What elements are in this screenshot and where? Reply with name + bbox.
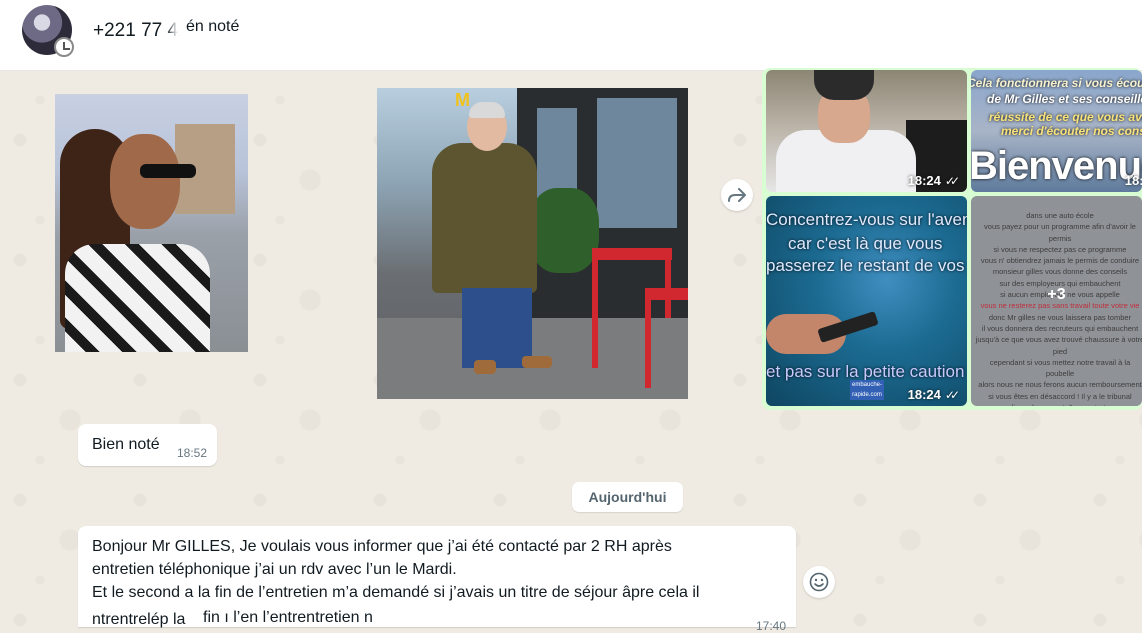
forward-button[interactable] [721, 179, 753, 211]
smiley-icon [809, 572, 829, 592]
message-time: 17:40 [755, 619, 786, 633]
react-button[interactable] [803, 566, 835, 598]
thumb-text: de Mr Gilles et ses conseillers ! [987, 92, 1142, 106]
thumb-text: réussite de ce que vous avez entre [989, 110, 1142, 124]
double-check-icon: ✓✓ [944, 173, 960, 188]
message-line: ntrentrelép la [92, 611, 186, 628]
chat-header[interactable]: +221 77 44 én noté [0, 0, 1142, 71]
document-line: alors nous ne nous ferons aucun rembours… [978, 380, 1142, 390]
photo-shoe [522, 356, 552, 368]
document-line: jusqu'à ce que vous avez trouvé chaussur… [975, 335, 1142, 356]
thumb-timestamp: 18:24 ✓✓ [907, 173, 960, 188]
document-line: il vous donnera des recruteurs qui embau… [981, 323, 1139, 333]
photo-man-coat [432, 143, 537, 293]
status-clock-icon [54, 37, 74, 57]
message-bubble-long[interactable]: Bonjour Mr GILLES, Je voulais vous infor… [78, 526, 796, 633]
contact-name[interactable]: +221 77 44 [93, 20, 189, 42]
message-bubble[interactable]: Bien noté 18:52 [78, 424, 217, 466]
thumb-timestamp: 18:24 [1125, 173, 1142, 188]
photo-chair [645, 288, 688, 300]
document-line: vous payez pour un programme afin d'avoi… [984, 222, 1136, 243]
document-line: dans une auto école [1026, 211, 1094, 220]
document-line: cependant si vous mettez notre travail à… [989, 357, 1131, 379]
document-line: vous expliquer le respect d'un contrat q… [975, 402, 1142, 406]
thumb-site-logo: embauche-rapide.com [850, 380, 884, 400]
header-overlay-text: én noté [186, 18, 240, 35]
photo-chair [592, 258, 598, 368]
thumb-text: passerez le restant de vos jours [766, 256, 967, 275]
photo-person-shirt [65, 244, 210, 352]
photo-chair [645, 298, 651, 388]
photo-plant [529, 188, 599, 273]
photo-sunglasses [140, 164, 196, 178]
thumb-time-text: 18:24 [1124, 173, 1142, 188]
photo-shoe [474, 360, 496, 374]
photo-window [597, 98, 677, 228]
album-more-count[interactable]: +3 [971, 286, 1142, 304]
document-line: donc Mr gilles ne vous laissera pas tomb… [988, 312, 1132, 322]
contact-avatar[interactable] [22, 5, 74, 57]
date-divider: Aujourd'hui [572, 482, 683, 512]
album-thumb-document[interactable]: dans une auto école vous payez pour un pr… [971, 196, 1142, 406]
message-line: entretien téléphonique j’ai un rdv avec … [92, 561, 457, 578]
thumb-text: car c'est là que vous [788, 234, 943, 253]
photo-chair [592, 248, 672, 260]
album-thumb-bienvenue[interactable]: Cela fonctionnera si vous écoutez les co… [971, 70, 1142, 192]
document-line: si vous êtes en désaccord ! Il y a le tr… [988, 391, 1132, 401]
photo-brand-logo: M [455, 90, 470, 110]
photo-person-face [110, 134, 180, 229]
thumb-document-text: dans une auto école vous payez pour un pr… [975, 210, 1142, 406]
double-check-icon: ✓✓ [944, 387, 960, 402]
thumb-time-text: 18:24 [907, 173, 941, 188]
media-album[interactable]: 18:24 ✓✓ Cela fonctionnera si vous écout… [762, 68, 1142, 410]
message-line: Et le second a la fin de l’entretien m’a… [92, 584, 700, 601]
forward-icon [728, 188, 746, 202]
photo-man-legs [462, 288, 532, 368]
photo-woman-street[interactable] [55, 94, 248, 352]
message-time: 18:52 [177, 446, 208, 460]
message-text: Bien noté [92, 436, 160, 453]
thumb-text: Concentrez-vous sur l'avenir [766, 210, 967, 229]
thumb-timestamp: 18:24 ✓✓ [907, 387, 960, 402]
photo-man-hair [469, 102, 505, 118]
photo-man-cafe[interactable]: M [377, 88, 688, 399]
album-thumb-underwater[interactable]: Concentrez-vous sur l'avenir car c'est l… [766, 196, 967, 406]
document-line: vous n' obtiendrez jamais le permis de c… [980, 256, 1140, 266]
message-line: Bonjour Mr GILLES, Je voulais vous infor… [92, 538, 672, 555]
thumb-text: merci d'écouter nos conseils [1001, 124, 1142, 138]
thumb-title: Bienvenue [971, 144, 1142, 188]
thumb-text: Cela fonctionnera si vous écoutez les co… [971, 76, 1142, 90]
album-thumb-motorbike[interactable]: 18:24 ✓✓ [766, 70, 967, 192]
document-line: monsieur gilles vous donne des conseils [992, 267, 1128, 277]
message-line: fin ı l’en l’entrentretien n [203, 609, 373, 626]
document-line: si vous ne respectez pas ce programme [993, 244, 1127, 254]
thumb-helmet [814, 70, 874, 100]
thumb-text: et pas sur la petite caution [766, 362, 965, 381]
thumb-time-text: 18:24 [907, 387, 941, 402]
